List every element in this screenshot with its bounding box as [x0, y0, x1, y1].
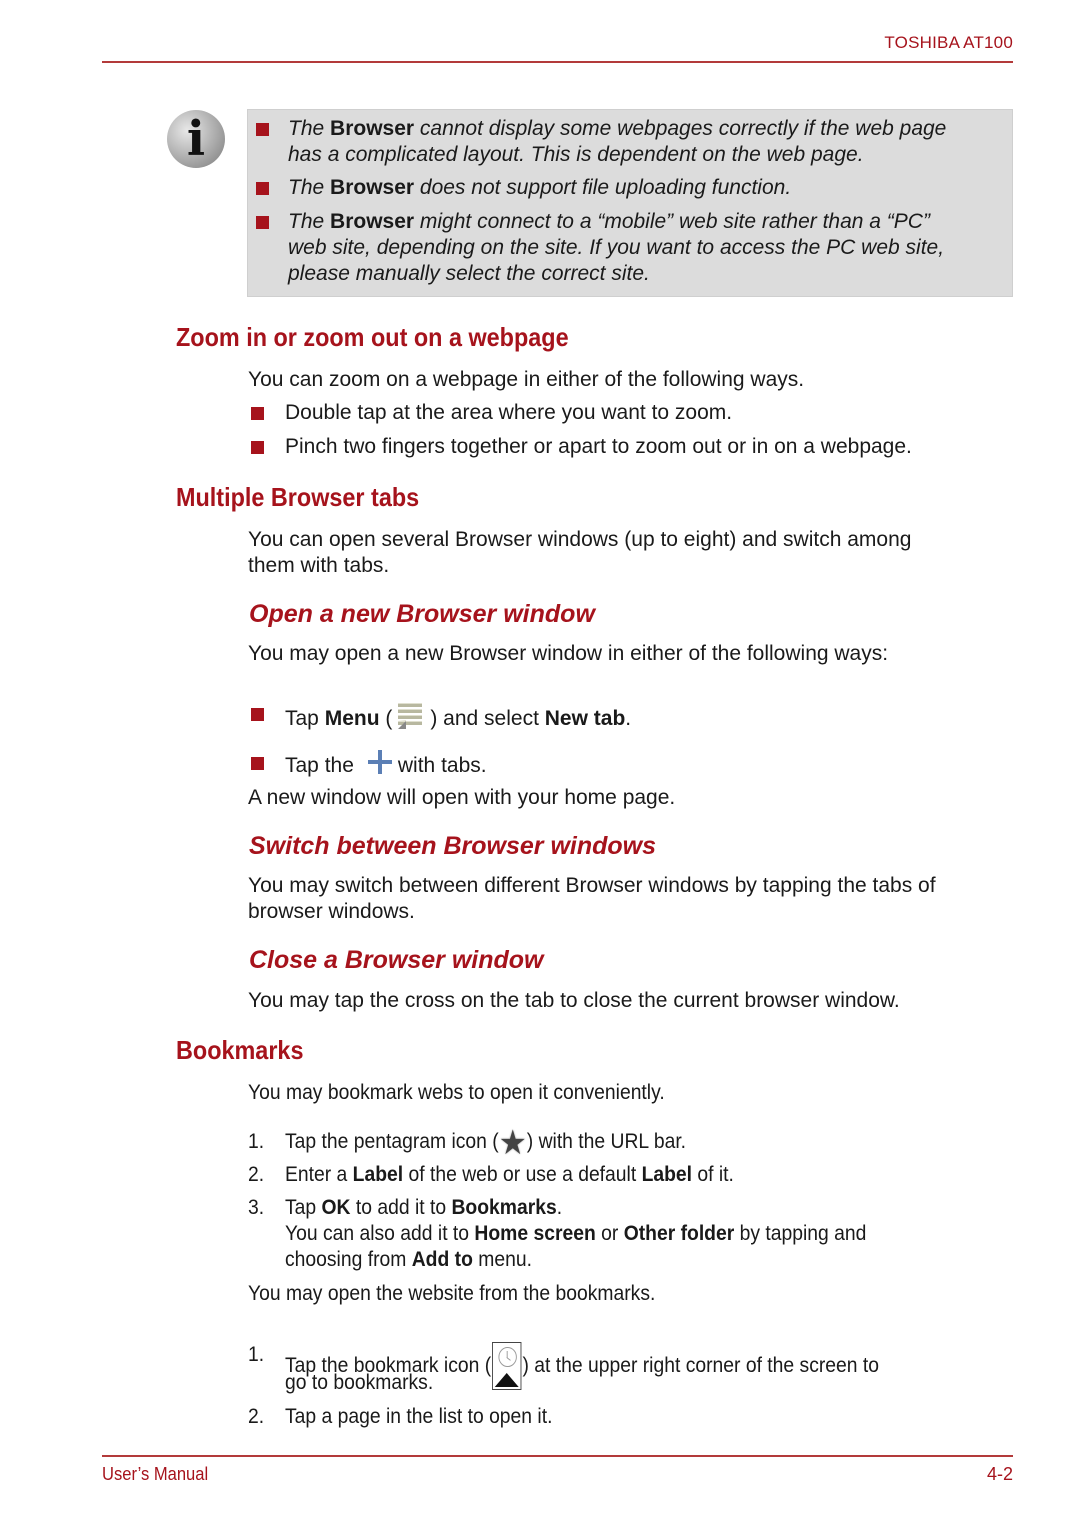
tabs-intro-line: You can open several Browser windows (up…	[248, 528, 912, 551]
bookmarks-open-intro: You may open the website from the bookma…	[248, 1282, 656, 1305]
note-text: web site, depending on the site. If you …	[288, 236, 945, 259]
tabs-intro: You can open several Browser windows (up…	[248, 527, 911, 579]
subheading-open-window: Open a new Browser window	[249, 600, 595, 628]
bold-text: Label	[352, 1163, 404, 1186]
text: Tap	[285, 707, 325, 730]
bookmarks-intro: You may bookmark webs to open it conveni…	[248, 1081, 665, 1104]
star-icon: ★	[498, 1124, 527, 1162]
text: Tap the pentagram icon (	[285, 1130, 499, 1153]
zoom-intro: You can zoom on a webpage in either of t…	[248, 368, 805, 391]
step-number: 2.	[248, 1405, 265, 1428]
footer-divider	[102, 1455, 1013, 1457]
bullet-icon	[251, 441, 264, 454]
bold-text: Home screen	[474, 1222, 596, 1245]
bullet-icon	[256, 123, 269, 136]
menu-icon	[396, 701, 426, 729]
new-tab-label: New tab	[544, 707, 626, 730]
note-text: might connect to a “mobile” web site rat…	[414, 210, 930, 233]
text: choosing from	[285, 1248, 412, 1271]
open-window-intro: You may open a new Browser window in eit…	[248, 642, 889, 665]
step-number: 3.	[248, 1196, 265, 1219]
bullet-icon	[256, 216, 269, 229]
text: .	[556, 1196, 563, 1219]
text: ) and select	[430, 707, 545, 730]
text: You can also add it to	[285, 1222, 475, 1245]
note-bold: Browser	[330, 176, 415, 199]
section-heading-zoom: Zoom in or zoom out on a webpage	[176, 322, 569, 352]
note-text: does not support file uploading function…	[414, 176, 792, 199]
text: by tapping and	[734, 1222, 867, 1245]
text: ) at the upper right corner of the scree…	[522, 1354, 880, 1377]
bullet-icon	[251, 407, 264, 420]
text: of it.	[692, 1163, 734, 1186]
info-icon: i	[167, 110, 225, 168]
note-text: has a complicated layout. This is depend…	[288, 143, 864, 166]
note-text: The	[288, 117, 331, 140]
plus-icon	[367, 750, 392, 774]
step-number: 1.	[248, 1343, 265, 1366]
open-window-bullet-menu: Tap Menu ( ) and select New tab.	[285, 701, 631, 732]
bullet-icon	[256, 182, 269, 195]
text: ) with the URL bar.	[526, 1130, 687, 1153]
note-text: The	[288, 176, 331, 199]
note-bold: Browser	[330, 117, 415, 140]
bookmark-step: Tap OK to add it to Bookmarks. You can a…	[285, 1195, 866, 1273]
note-text: please manually select the correct site.	[288, 262, 650, 285]
bold-text: Bookmarks	[451, 1196, 557, 1219]
note-item: The Browser might connect to a “mobile” …	[288, 209, 1004, 287]
bullet-icon	[251, 757, 264, 770]
menu-label: Menu	[324, 707, 380, 730]
tabs-intro-line: them with tabs.	[248, 554, 390, 577]
bookmark-step: Tap the pentagram icon (★) with the URL …	[285, 1124, 687, 1162]
header-title: TOSHIBA AT100	[884, 33, 1013, 52]
close-window-text: You may tap the cross on the tab to clos…	[248, 989, 900, 1012]
switch-window-text: You may switch between different Browser…	[248, 873, 936, 925]
zoom-bullet: Double tap at the area where you want to…	[285, 401, 733, 424]
text: Enter a	[285, 1163, 353, 1186]
bold-text: Add to	[411, 1248, 473, 1271]
bold-text: Other folder	[623, 1222, 735, 1245]
note-text: The	[288, 210, 331, 233]
text: Tap	[285, 1196, 322, 1219]
text: (	[379, 707, 393, 730]
bold-text: Label	[641, 1163, 693, 1186]
subheading-switch-window: Switch between Browser windows	[249, 832, 657, 860]
page-number: 4-2	[986, 1464, 1013, 1484]
bookmark-icon	[492, 1342, 522, 1390]
note-bold: Browser	[330, 210, 415, 233]
open-window-bullet-plus: Tap the with tabs.	[285, 750, 487, 779]
text: Tap the	[285, 754, 354, 777]
text: You may switch between different Browser…	[248, 874, 936, 897]
text: to add it to	[350, 1196, 452, 1219]
note-text: cannot display some webpages correctly i…	[414, 117, 947, 140]
zoom-bullet: Pinch two fingers together or apart to z…	[285, 435, 912, 458]
step-number: 1.	[248, 1130, 265, 1153]
open-window-after: A new window will open with your home pa…	[248, 786, 676, 809]
section-heading-bookmarks: Bookmarks	[176, 1035, 304, 1065]
text: of the web or use a default	[403, 1163, 642, 1186]
text: with tabs.	[397, 754, 487, 777]
note-box: The Browser cannot display some webpages…	[247, 109, 1013, 297]
header-divider	[102, 61, 1013, 63]
footer-manual-label: User’s Manual	[102, 1464, 209, 1484]
note-item: The Browser does not support file upload…	[288, 175, 1004, 201]
section-heading-tabs: Multiple Browser tabs	[176, 482, 420, 512]
text: or	[595, 1222, 624, 1245]
text: .	[625, 707, 632, 730]
bookmark-step: Enter a Label of the web or use a defaul…	[285, 1162, 734, 1188]
open-bookmark-step-cont: go to bookmarks.	[285, 1371, 434, 1394]
text: browser windows.	[248, 900, 415, 923]
bold-text: OK	[321, 1196, 351, 1219]
note-item: The Browser cannot display some webpages…	[288, 116, 1004, 168]
subheading-close-window: Close a Browser window	[249, 946, 544, 974]
bullet-icon	[251, 708, 264, 721]
open-bookmark-step: Tap a page in the list to open it.	[285, 1405, 553, 1428]
step-number: 2.	[248, 1163, 265, 1186]
text: menu.	[472, 1248, 532, 1271]
